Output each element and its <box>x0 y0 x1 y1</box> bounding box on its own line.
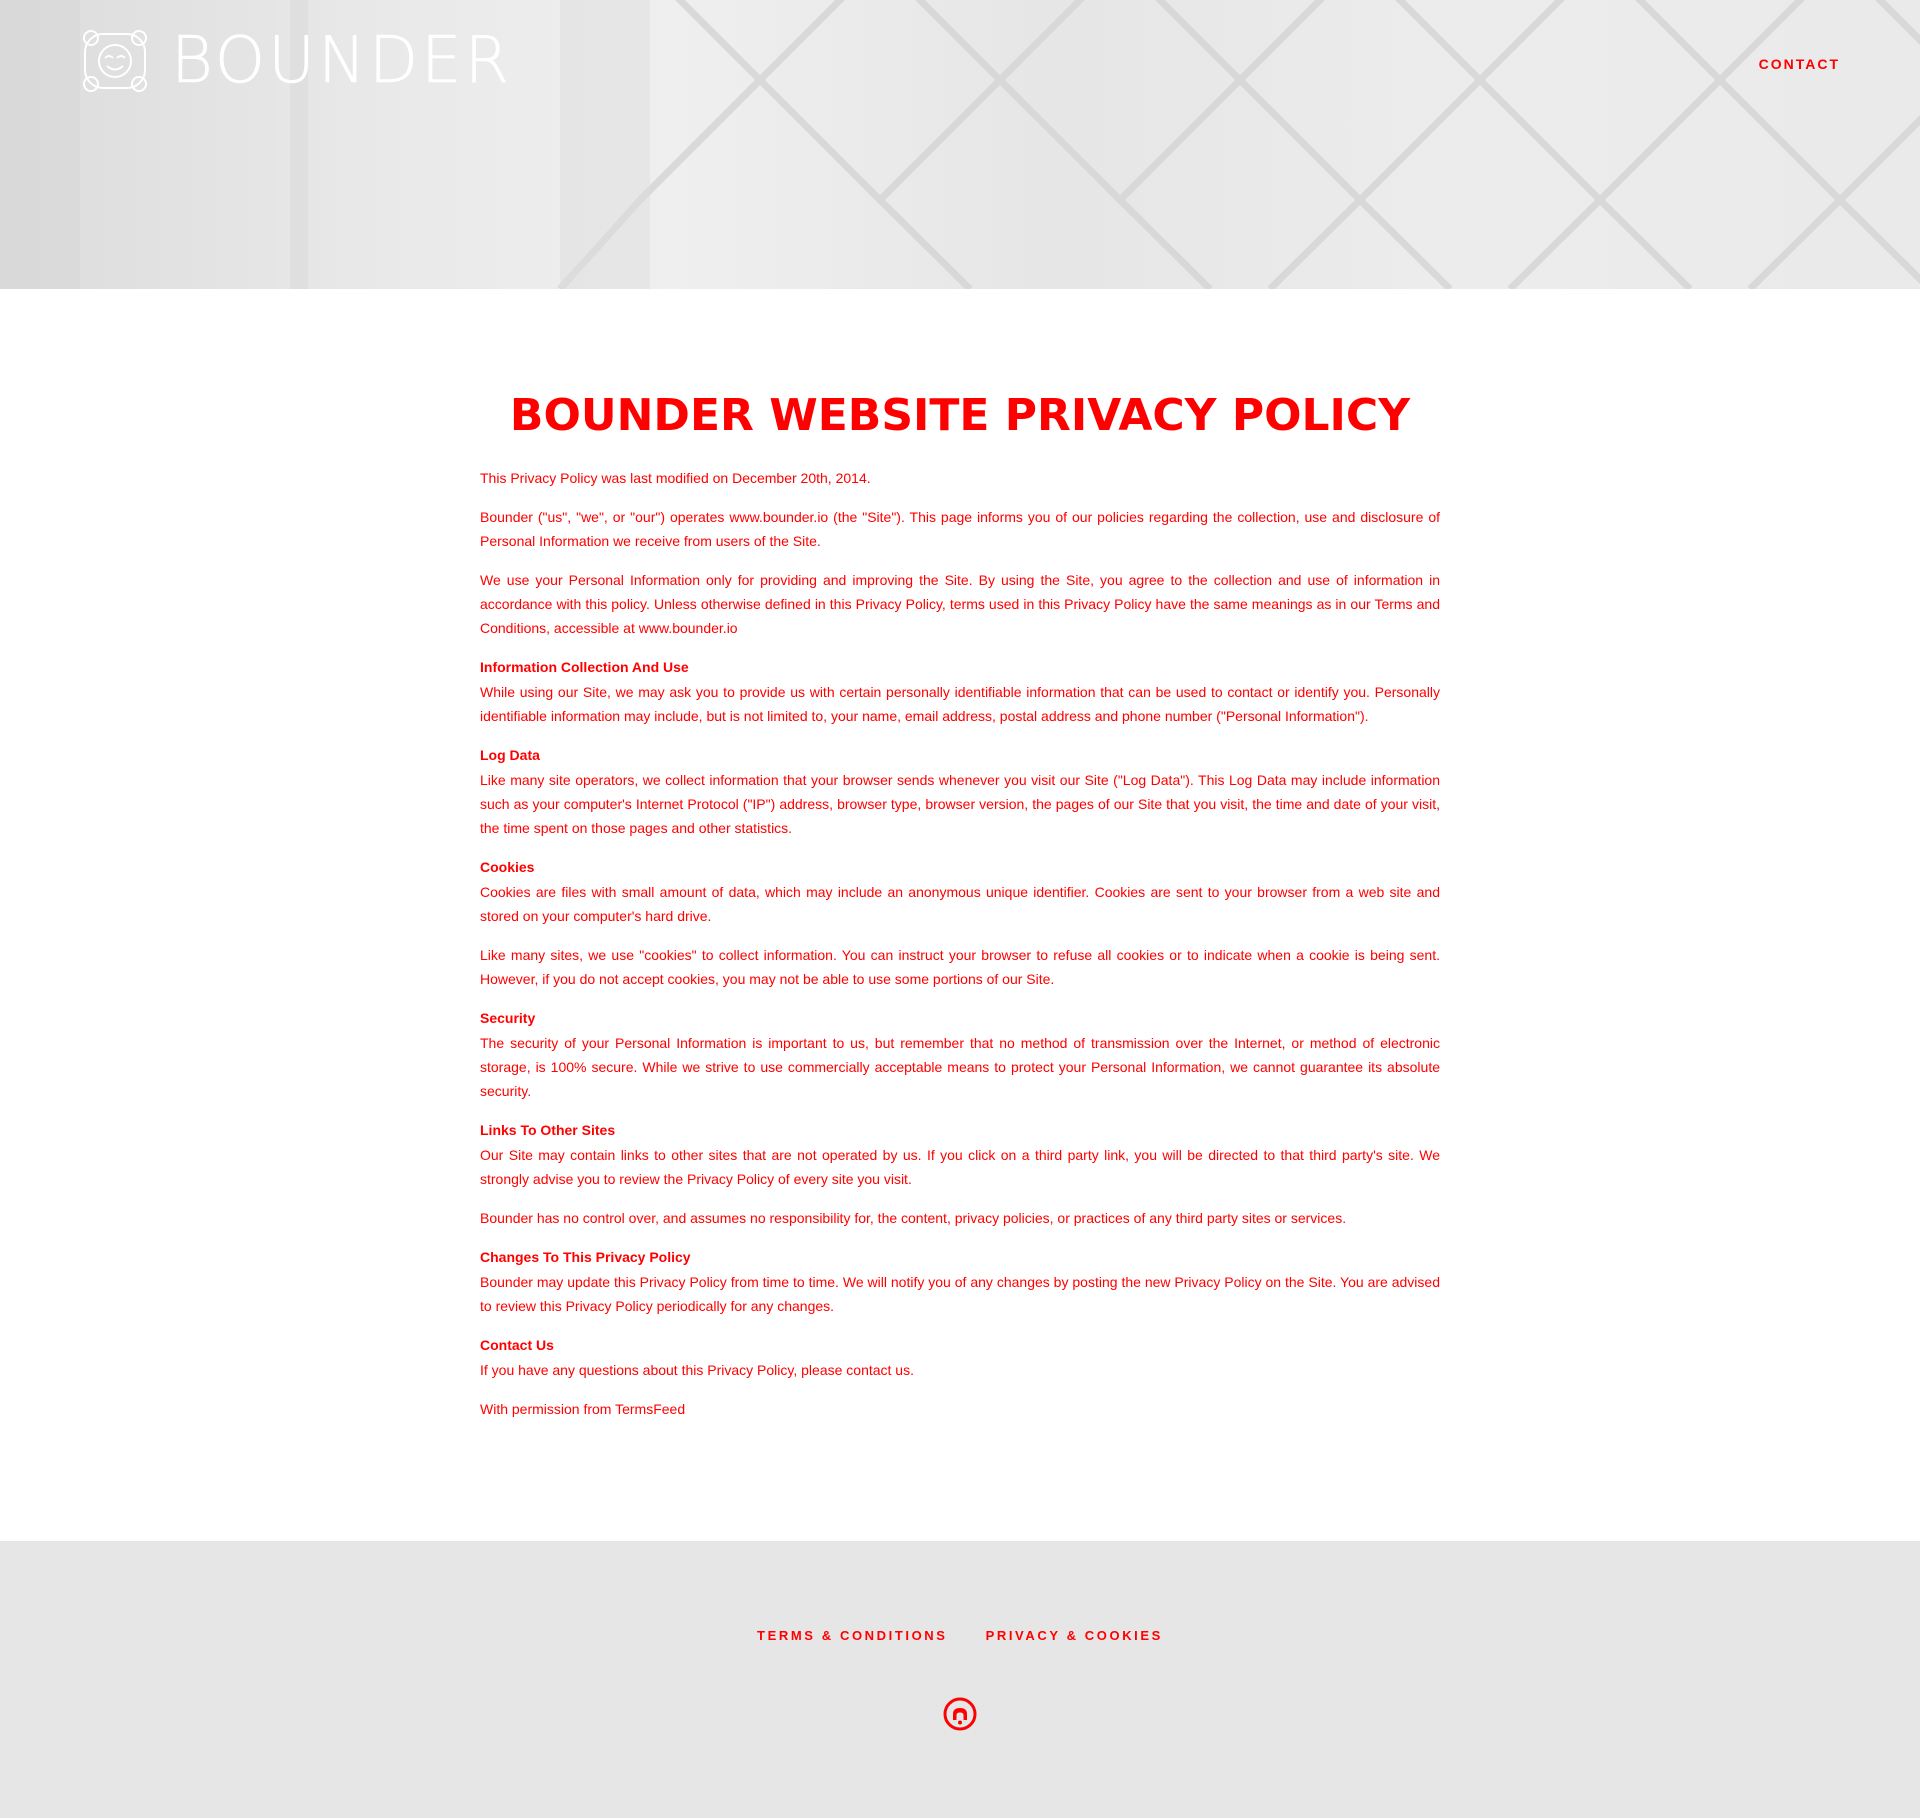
section-heading: Changes To This Privacy Policy <box>480 1249 691 1265</box>
section-body: Like many site operators, we collect inf… <box>480 772 1440 836</box>
section-heading: Log Data <box>480 747 540 763</box>
site-footer: TERMS & CONDITIONS PRIVACY & COOKIES <box>0 1541 1920 1818</box>
links-extra-paragraph: Bounder has no control over, and assumes… <box>480 1210 1347 1226</box>
section-links-to-other-sites: Links To Other Sites Our Site may contai… <box>480 1118 1440 1191</box>
termsfeed-credit: With permission from TermsFeed <box>480 1401 686 1417</box>
last-modified-text: This Privacy Policy was last modified on… <box>480 470 871 486</box>
bounder-logo-icon <box>83 30 147 92</box>
section-body: Cookies are files with small amount of d… <box>480 884 1440 924</box>
privacy-policy-content: BOUNDER WEBSITE PRIVACY POLICY This Priv… <box>480 388 1440 1436</box>
github-icon[interactable] <box>942 1696 978 1732</box>
cookies-extra-paragraph: Like many sites, we use "cookies" to col… <box>480 947 1440 987</box>
site-logo[interactable]: BOUNDER <box>79 26 512 96</box>
section-information-collection: Information Collection And Use While usi… <box>480 655 1440 728</box>
footer-nav: TERMS & CONDITIONS PRIVACY & COOKIES <box>0 1628 1920 1643</box>
section-security: Security The security of your Personal I… <box>480 1006 1440 1103</box>
section-body: Bounder may update this Privacy Policy f… <box>480 1274 1440 1314</box>
section-changes: Changes To This Privacy Policy Bounder m… <box>480 1245 1440 1318</box>
logo-wordmark: BOUNDER <box>171 24 513 98</box>
section-body: If you have any questions about this Pri… <box>480 1362 914 1378</box>
section-cookies: Cookies Cookies are files with small amo… <box>480 855 1440 928</box>
section-log-data: Log Data Like many site operators, we co… <box>480 743 1440 840</box>
section-body: While using our Site, we may ask you to … <box>480 684 1440 724</box>
usage-paragraph: We use your Personal Information only fo… <box>480 572 1440 636</box>
section-heading: Contact Us <box>480 1337 554 1353</box>
section-body: The security of your Personal Informatio… <box>480 1035 1440 1099</box>
section-heading: Cookies <box>480 859 535 875</box>
footer-link-terms[interactable]: TERMS & CONDITIONS <box>757 1628 948 1643</box>
section-body: Our Site may contain links to other site… <box>480 1147 1440 1187</box>
intro-paragraph: Bounder ("us", "we", or "our") operates … <box>480 509 1440 549</box>
footer-link-privacy[interactable]: PRIVACY & COOKIES <box>986 1628 1163 1643</box>
hero-header: BOUNDER CONTACT <box>0 0 1920 289</box>
nav-contact-link[interactable]: CONTACT <box>1759 56 1840 72</box>
section-heading: Security <box>480 1010 536 1026</box>
section-heading: Links To Other Sites <box>480 1122 616 1138</box>
section-contact-us: Contact Us If you have any questions abo… <box>480 1333 1440 1382</box>
page-title: BOUNDER WEBSITE PRIVACY POLICY <box>509 390 1411 441</box>
section-heading: Information Collection And Use <box>480 659 689 675</box>
